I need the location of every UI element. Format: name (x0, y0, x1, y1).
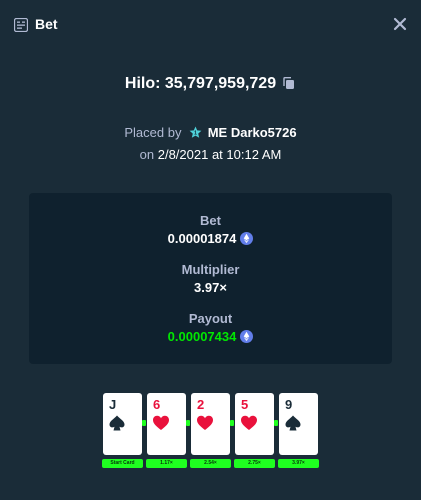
bet-receipt-icon (14, 18, 28, 32)
card-rank: 2 (197, 397, 205, 412)
card-rank: 9 (285, 397, 293, 412)
card-multiplier-chip: 2.75× (234, 459, 275, 468)
card-rank: 6 (153, 397, 161, 412)
heart-icon (241, 415, 257, 430)
playing-card: 9 (279, 393, 318, 455)
heart-icon (197, 415, 213, 430)
card-multiplier-chip: 2.54× (190, 459, 231, 468)
card-connector (186, 420, 190, 426)
playing-card: 5 (235, 393, 274, 455)
date-row: on 2/8/2021 at 10:12 AM (0, 147, 421, 162)
bet-stat: Bet 0.00001874 (29, 213, 392, 246)
playing-card: J (103, 393, 142, 455)
multiplier-label: Multiplier (181, 262, 240, 277)
card-connector (274, 420, 278, 426)
multiplier-value: 3.97× (194, 280, 227, 295)
close-icon[interactable] (393, 17, 407, 31)
bet-id-title: Hilo: 35,797,959,729 (0, 75, 421, 93)
heart-icon (153, 415, 169, 430)
bet-amount: 0.00001874 (29, 231, 392, 246)
placed-by-label: Placed by (124, 125, 182, 140)
payout-amount-value: 0.00007434 (167, 329, 237, 344)
payout-stat: Payout 0.00007434 (29, 311, 392, 344)
card-multiplier-chip: Start Card (102, 459, 143, 468)
copy-icon[interactable] (282, 76, 296, 90)
card-multiplier-chip: 3.97× (278, 459, 319, 468)
spade-icon (285, 415, 301, 431)
username-link[interactable]: ME Darko5726 (208, 125, 297, 140)
bet-amount-value: 0.00001874 (167, 231, 237, 246)
multiplier-stat: Multiplier 3.97× (29, 262, 392, 295)
bet-date: 2/8/2021 at 10:12 AM (157, 147, 282, 162)
modal-header: Bet (0, 8, 421, 42)
vip-rank-icon: 1 (189, 126, 202, 138)
bet-id-text: Hilo: 35,797,959,729 (124, 75, 277, 92)
payout-label: Payout (188, 311, 233, 326)
ethereum-icon (240, 232, 254, 245)
playing-card: 6 (147, 393, 186, 455)
placed-by-row: Placed by 1 ME Darko5726 (0, 125, 421, 140)
ethereum-icon (240, 330, 254, 343)
date-prefix: on (139, 147, 155, 162)
playing-card: 2 (191, 393, 230, 455)
cards-history: J Start Card 6 1.17× 2 2.54× 5 2.75× 9 3… (102, 393, 323, 473)
card-connector (142, 420, 146, 426)
modal-title: Bet (35, 16, 58, 32)
card-rank: J (109, 397, 117, 412)
spade-icon (109, 415, 125, 431)
card-rank: 5 (241, 397, 249, 412)
payout-amount: 0.00007434 (29, 329, 392, 344)
bet-modal: Bet Hilo: 35,797,959,729 Placed by 1 ME … (0, 0, 421, 500)
bet-label: Bet (200, 213, 221, 228)
card-multiplier-chip: 1.17× (146, 459, 187, 468)
card-connector (230, 420, 234, 426)
svg-text:1: 1 (194, 131, 197, 137)
bet-stats-panel: Bet 0.00001874 Multiplier 3.97× Payout 0… (29, 193, 392, 364)
